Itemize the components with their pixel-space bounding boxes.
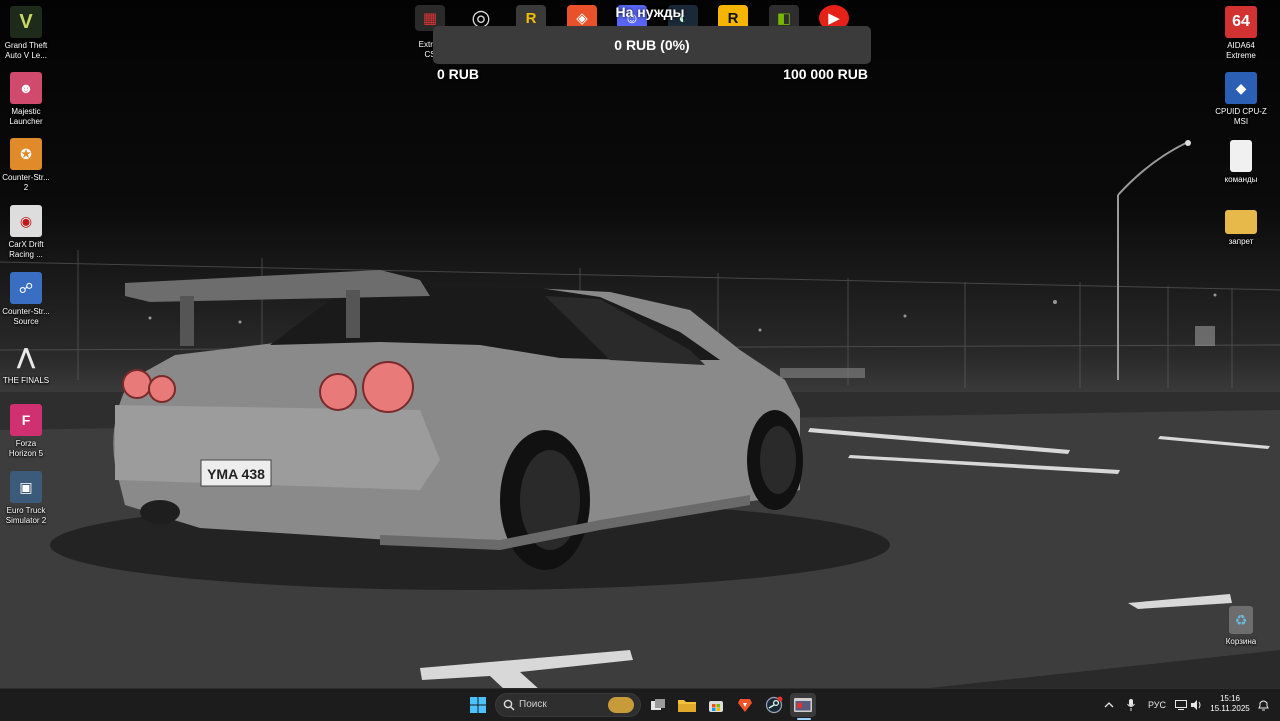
- desktop-icon-label: THE FINALS: [2, 376, 50, 385]
- app-window-icon: [794, 698, 812, 712]
- clock-time: 15:16: [1219, 694, 1241, 703]
- search-placeholder: Поиск: [519, 699, 547, 710]
- recycle-bin-icon: ♻: [1229, 606, 1253, 634]
- desktop-icon-counter-strike-source[interactable]: ☍ Counter-Str... Source: [0, 272, 52, 327]
- desktop-icon-label: Forza Horizon 5: [8, 439, 44, 458]
- majestic-launcher-icon: ☻: [10, 72, 42, 104]
- clock-date: 15.11.2025: [1210, 704, 1250, 713]
- desktop-icon-label: запрет: [1228, 237, 1254, 246]
- task-view-icon: [651, 699, 665, 710]
- file-explorer-button[interactable]: [674, 693, 700, 717]
- network-button[interactable]: [1174, 697, 1188, 713]
- taskbar-search[interactable]: Поиск: [495, 693, 641, 717]
- tray-overflow-button[interactable]: [1102, 697, 1116, 713]
- desktop-icon-majestic-launcher[interactable]: ☻ Majestic Launcher: [0, 72, 52, 127]
- desktop-wallpaper: YMA 438: [0, 0, 1280, 688]
- desktop-icon-label: CarX Drift Racing ...: [8, 240, 44, 259]
- windows-start-icon: [470, 697, 486, 713]
- desktop-icon-gta-v[interactable]: V Grand Theft Auto V Le...: [0, 6, 52, 61]
- microphone-icon: [1127, 699, 1135, 711]
- text-file-icon: [1230, 140, 1252, 172]
- folder-icon: [1225, 210, 1257, 234]
- file-explorer-icon: [678, 700, 696, 712]
- bell-icon: [1257, 700, 1269, 711]
- the-finals-icon: ⋀: [16, 344, 36, 369]
- counter-strike-2-icon: ✪: [10, 138, 42, 170]
- brave-icon: [738, 699, 752, 712]
- search-icon: [503, 699, 515, 711]
- microsoft-store-button[interactable]: [703, 693, 729, 717]
- donation-max: 100 000 RUB: [783, 66, 868, 82]
- donation-progress-text: 0 RUB (0%): [614, 37, 690, 53]
- desktop-icon-label: AIDA64 Extreme: [1226, 41, 1256, 60]
- chevron-up-icon: [1104, 702, 1114, 708]
- desktop-icon-label: Counter-Str... 2: [2, 173, 50, 192]
- task-view-button[interactable]: [645, 693, 671, 717]
- desktop-icon-label: Корзина: [1225, 637, 1257, 646]
- counter-strike-source-icon: ☍: [10, 272, 42, 304]
- license-plate: YMA 438: [207, 466, 265, 482]
- desktop-icon-komandy[interactable]: команды: [1215, 140, 1267, 185]
- volume-button[interactable]: [1190, 697, 1204, 713]
- notifications-button[interactable]: [1256, 697, 1270, 713]
- language-indicator[interactable]: РУС: [1145, 697, 1169, 713]
- microphone-button[interactable]: [1124, 697, 1138, 713]
- desktop-icon-label: Euro Truck Simulator 2: [5, 506, 47, 525]
- desktop-icon-cpu-z[interactable]: ◆ CPUID CPU-Z MSI: [1215, 72, 1267, 127]
- desktop-icon-recycle-bin[interactable]: ♻ Корзина: [1215, 606, 1267, 647]
- brave-taskbar-button[interactable]: [732, 693, 758, 717]
- desktop-icon-label: CPUID CPU-Z MSI: [1215, 107, 1267, 126]
- active-app-button[interactable]: [790, 693, 816, 717]
- desktop-icon-label: Grand Theft Auto V Le...: [4, 41, 48, 60]
- aida64-icon: 64: [1225, 6, 1257, 38]
- taskbar-clock[interactable]: 15:16 15.11.2025: [1208, 694, 1252, 714]
- desktop-icon-zapret[interactable]: запрет: [1215, 206, 1267, 247]
- desktop-icon-forza-horizon-5[interactable]: F Forza Horizon 5: [0, 404, 52, 459]
- start-button[interactable]: [465, 693, 491, 717]
- steam-icon: [765, 696, 783, 714]
- desktop-icon-counter-strike-2[interactable]: ✪ Counter-Str... 2: [0, 138, 52, 193]
- speaker-icon: [1191, 700, 1201, 710]
- desktop-icon-the-finals[interactable]: ⋀ THE FINALS: [0, 341, 52, 386]
- taskbar: Поиск РУС 15:16 15.11.2025: [0, 688, 1280, 721]
- desktop-icon-aida64[interactable]: 64 AIDA64 Extreme: [1215, 6, 1267, 61]
- donation-progress-bar: 0 RUB (0%): [433, 26, 871, 64]
- donation-title: На нужды: [615, 4, 685, 20]
- search-highlight-icon: [608, 697, 634, 713]
- euro-truck-simulator-2-icon: ▣: [10, 471, 42, 503]
- desktop-icon-label: Counter-Str... Source: [2, 307, 50, 326]
- cpu-z-icon: ◆: [1225, 72, 1257, 104]
- gta-v-icon: V: [10, 6, 42, 38]
- microsoft-store-icon: [709, 701, 723, 712]
- donation-min: 0 RUB: [437, 66, 480, 82]
- forza-horizon-5-icon: F: [10, 404, 42, 436]
- desktop-icon-euro-truck-simulator-2[interactable]: ▣ Euro Truck Simulator 2: [0, 471, 52, 526]
- desktop-icon-label: Majestic Launcher: [9, 107, 43, 126]
- steam-taskbar-button[interactable]: [761, 693, 787, 717]
- desktop-icon-label: команды: [1224, 175, 1258, 184]
- wallpaper-scene: YMA 438: [0, 140, 1280, 688]
- desktop-icon-carx-drift[interactable]: ◉ CarX Drift Racing ...: [0, 205, 52, 260]
- network-icon: [1175, 700, 1187, 710]
- carx-drift-icon: ◉: [10, 205, 42, 237]
